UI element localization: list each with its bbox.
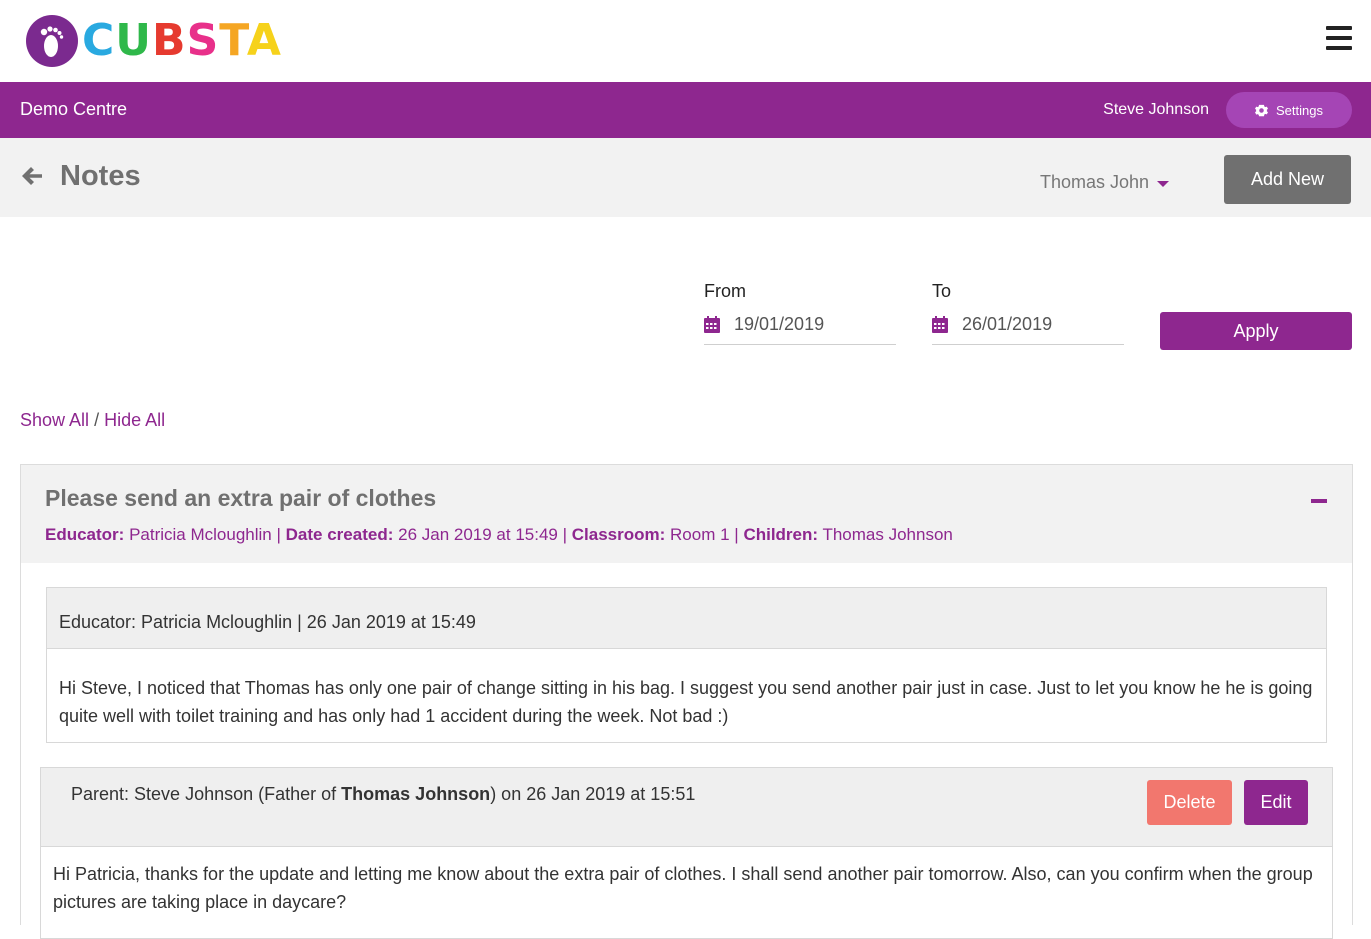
reply-body: Hi Patricia, thanks for the update and l… — [53, 864, 1313, 912]
edit-button[interactable]: Edit — [1244, 780, 1308, 825]
reply-child-name: Thomas Johnson — [341, 784, 491, 804]
hide-all-link[interactable]: Hide All — [104, 410, 165, 430]
hamburger-menu-icon[interactable] — [1326, 26, 1352, 50]
meta-separator: | — [276, 525, 281, 544]
to-date-field[interactable]: 26/01/2019 — [932, 304, 1124, 345]
centre-name: Demo Centre — [20, 99, 128, 119]
settings-button[interactable]: Settings — [1226, 92, 1352, 128]
children-value: Thomas Johnson — [822, 525, 953, 544]
logo-letter: C — [82, 15, 116, 66]
delete-button[interactable]: Delete — [1147, 780, 1232, 825]
logo-letter: B — [152, 15, 187, 66]
settings-label: Settings — [1276, 102, 1323, 118]
from-label: From — [704, 281, 746, 301]
page-title: Notes — [60, 160, 141, 192]
to-date-value: 26/01/2019 — [962, 313, 1053, 334]
date-created-value: 26 Jan 2019 at 15:49 — [398, 525, 558, 544]
apply-button[interactable]: Apply — [1160, 312, 1352, 350]
toggle-separator: / — [94, 410, 100, 430]
logo-letter: A — [246, 15, 282, 66]
note-meta: Educator: Patricia Mcloughlin | Date cre… — [45, 525, 953, 545]
reply-header-text: Parent: Steve Johnson (Father of Thomas … — [71, 784, 695, 805]
reply-timestamp: ) on 26 Jan 2019 at 15:51 — [490, 784, 696, 804]
meta-separator: | — [734, 525, 739, 544]
back-arrow-icon[interactable] — [20, 164, 44, 188]
from-date-field[interactable]: 19/01/2019 — [704, 304, 896, 345]
top-header: CUBSTA — [0, 0, 1371, 82]
add-new-button[interactable]: Add New — [1224, 155, 1351, 204]
message-header: Educator: Patricia Mcloughlin | 26 Jan 2… — [47, 588, 1326, 649]
reply-header: Parent: Steve Johnson (Father of Thomas … — [41, 768, 1332, 847]
calendar-icon — [932, 315, 948, 333]
note-card: Please send an extra pair of clothes Edu… — [20, 464, 1353, 939]
cubsta-logo[interactable]: CUBSTA — [26, 14, 282, 68]
centre-bar: Demo Centre Steve Johnson Settings — [0, 82, 1371, 138]
educator-message: Educator: Patricia Mcloughlin | 26 Jan 2… — [46, 587, 1327, 743]
collapse-minus-icon[interactable] — [1311, 499, 1327, 503]
gear-icon — [1255, 104, 1268, 116]
educator-value: Patricia Mcloughlin — [129, 525, 272, 544]
parent-reply: Parent: Steve Johnson (Father of Thomas … — [40, 767, 1333, 939]
show-all-link[interactable]: Show All — [20, 410, 89, 430]
page-title-bar: Notes Thomas John — [0, 138, 1371, 217]
brand-wordmark: CUBSTA — [82, 19, 282, 63]
caret-down-icon — [1157, 180, 1170, 187]
message-body: Hi Steve, I noticed that Thomas has only… — [59, 678, 1313, 726]
from-date-value: 19/01/2019 — [734, 313, 825, 334]
note-header[interactable]: Please send an extra pair of clothes Edu… — [21, 465, 1352, 563]
logo-letter: U — [115, 15, 153, 66]
logo-letter: S — [186, 15, 220, 66]
user-name[interactable]: Steve Johnson — [1103, 101, 1209, 119]
logo-letter: T — [219, 15, 247, 66]
child-selector[interactable]: Thomas John — [1040, 172, 1170, 193]
meta-separator: | — [562, 525, 568, 544]
reply-author: Parent: Steve Johnson (Father of — [71, 784, 337, 804]
footprint-icon — [26, 15, 78, 67]
show-hide-toggle: Show All / Hide All — [20, 410, 165, 431]
educator-label: Educator: — [45, 525, 125, 544]
calendar-icon — [704, 315, 720, 333]
classroom-label: Classroom: — [571, 525, 666, 544]
classroom-value: Room 1 — [670, 525, 730, 544]
note-title: Please send an extra pair of clothes — [45, 485, 437, 511]
child-selector-value: Thomas John — [1040, 172, 1150, 192]
date-created-label: Date created: — [285, 525, 394, 544]
to-label: To — [932, 281, 952, 301]
children-label: Children: — [743, 525, 819, 544]
